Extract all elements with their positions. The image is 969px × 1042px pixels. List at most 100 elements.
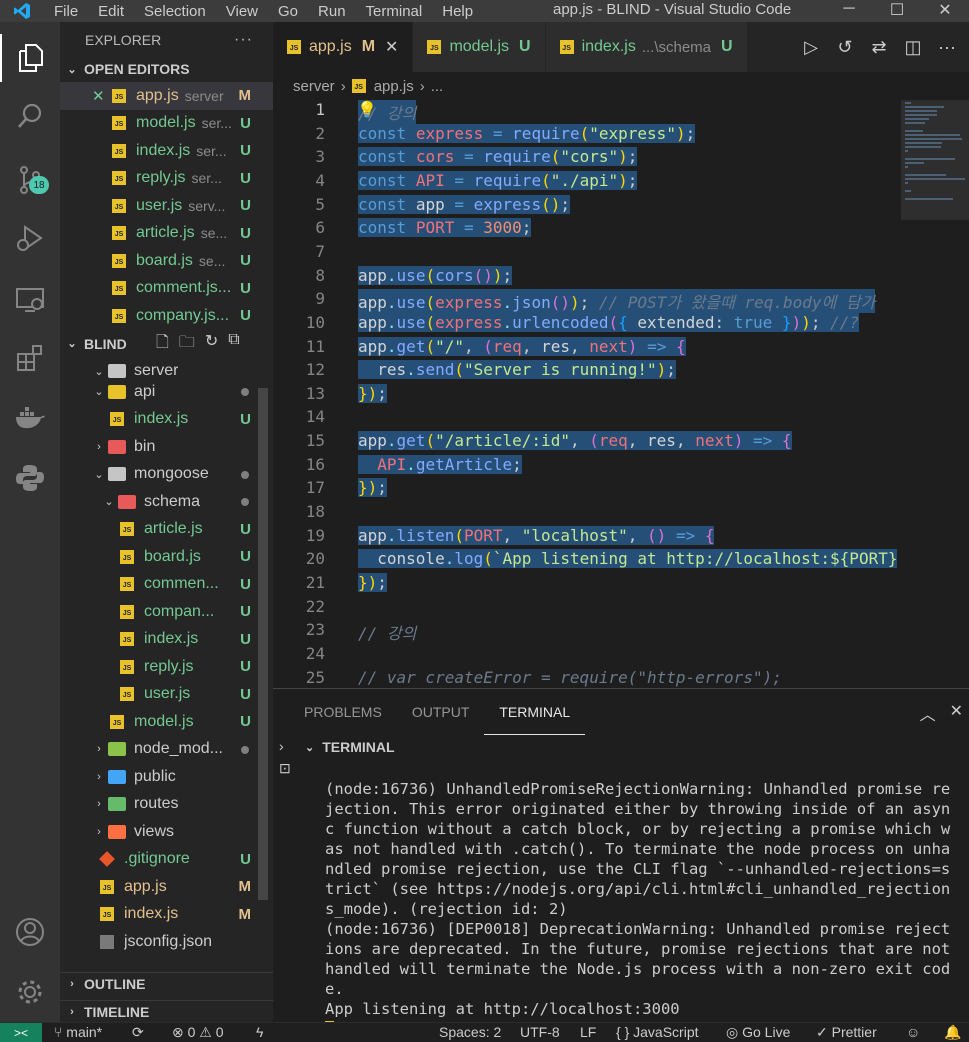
collapse-all-icon[interactable]: ⧉ [228, 331, 239, 358]
tab-terminal[interactable]: TERMINAL [484, 689, 586, 735]
workspace-section[interactable]: ⌄ BLIND 🗋 🗀 ↻ ⧉ [60, 331, 273, 358]
run-icon[interactable]: ▷ [799, 37, 823, 58]
source-control-icon[interactable]: 18 [0, 156, 60, 204]
tab-output[interactable]: OUTPUT [397, 689, 485, 735]
timeline-section[interactable]: › TIMELINE [60, 1000, 273, 1022]
tab-model-js[interactable]: JS model.js U [413, 22, 546, 72]
refresh-icon[interactable]: ↻ [205, 331, 218, 358]
code-line[interactable]: 11 app.get("/", (req, res, next) => { [273, 336, 901, 361]
tree-file[interactable]: JS app.js M [60, 873, 273, 901]
history-icon[interactable]: ↺ [833, 37, 857, 58]
sync-icon[interactable]: ⟳ [132, 1024, 144, 1041]
tree-file[interactable]: JS model.js U [60, 708, 273, 736]
code-line[interactable]: 2 const express = require("express"); [273, 123, 901, 148]
new-folder-icon[interactable]: 🗀 [179, 331, 195, 358]
tree-file[interactable]: .gitignore U [60, 846, 273, 874]
prettier-status[interactable]: ✓ Prettier [816, 1024, 877, 1041]
code-line[interactable]: 14 [273, 407, 901, 431]
minimap-slider[interactable] [901, 100, 969, 220]
code-editor[interactable]: 1// 강의 💡 2 const express = require("express… [273, 100, 901, 688]
tab-app-js[interactable]: JS app.js M ✕ [273, 22, 414, 72]
run-debug-icon[interactable] [0, 214, 60, 262]
code-line[interactable]: 5 const app = express(); [273, 194, 901, 219]
tree-folder[interactable]: ⌄ api [60, 378, 273, 406]
code-line[interactable]: 13}); [273, 383, 901, 408]
chevron-right-icon[interactable]: › [279, 738, 299, 754]
menu-edit[interactable]: Edit [88, 3, 134, 20]
tree-folder[interactable]: › node_mod... [60, 736, 273, 764]
menu-help[interactable]: Help [432, 3, 483, 20]
branch-indicator[interactable]: ⑂ main* [54, 1024, 102, 1040]
sidebar-scrollbar[interactable] [258, 388, 268, 900]
settings-gear-icon[interactable] [0, 968, 60, 1016]
minimize-button[interactable]: ─ [825, 0, 873, 20]
code-line[interactable]: 24 [273, 644, 901, 668]
tree-folder[interactable]: › views [60, 818, 273, 846]
tree-file[interactable]: jsconfig.json [60, 928, 273, 956]
open-editor-item[interactable]: ✕ JS app.js server M [60, 82, 273, 110]
tree-file[interactable]: JS article.js U [60, 516, 273, 544]
code-line[interactable]: 7 [273, 242, 901, 266]
lightning-icon[interactable]: ϟ [256, 1024, 263, 1040]
extensions-icon[interactable] [0, 334, 60, 382]
minimap[interactable] [901, 100, 969, 688]
tree-file[interactable]: JS board.js U [60, 543, 273, 571]
tree-folder[interactable]: › public [60, 763, 273, 791]
open-editor-item[interactable]: JS article.js se... U [60, 220, 273, 248]
code-line[interactable]: 4 const API = require("./api"); [273, 170, 901, 195]
compare-icon[interactable]: ⇄ [867, 37, 891, 58]
close-tab-icon[interactable]: ✕ [385, 37, 398, 57]
tree-file[interactable]: JS index.js U [60, 626, 273, 654]
open-editor-item[interactable]: JS user.js serv... U [60, 192, 273, 220]
language-mode[interactable]: { } JavaScript [616, 1024, 699, 1040]
breadcrumb-file[interactable]: app.js [374, 78, 414, 95]
explorer-icon[interactable] [0, 34, 60, 82]
menu-file[interactable]: File [44, 3, 88, 20]
code-line[interactable]: 23 // 강의 [273, 620, 901, 644]
remote-explorer-icon[interactable] [0, 276, 60, 324]
tab-problems[interactable]: PROBLEMS [289, 689, 397, 735]
code-line[interactable]: 16 API.getArticle; [273, 454, 901, 479]
menu-go[interactable]: Go [268, 3, 308, 20]
open-editor-item[interactable]: JS reply.js ser... U [60, 165, 273, 193]
tree-folder[interactable]: › routes [60, 791, 273, 819]
code-line[interactable]: 22 [273, 597, 901, 621]
maximize-panel-icon[interactable]: ︿ [920, 701, 936, 725]
code-line[interactable]: 19 app.listen(PORT, "localhost", () => { [273, 525, 901, 550]
remote-indicator[interactable]: >< [0, 1023, 42, 1042]
open-editor-item[interactable]: JS comment.js... U [60, 275, 273, 303]
code-line[interactable]: 25 // var createError = require("http-err… [273, 668, 901, 688]
tree-file[interactable]: JS reply.js U [60, 653, 273, 681]
breadcrumb-folder[interactable]: server [293, 78, 335, 95]
encoding[interactable]: UTF-8 [520, 1024, 560, 1040]
code-line[interactable]: 6 const PORT = 3000; [273, 218, 901, 242]
outline-section[interactable]: › OUTLINE [60, 972, 273, 994]
line-ending[interactable]: LF [580, 1024, 596, 1040]
open-editor-item[interactable]: JS board.js se... U [60, 247, 273, 275]
tab-index-js[interactable]: JS index.js ...\schema U [545, 22, 748, 72]
open-editors-section[interactable]: ⌄ OPEN EDITORS [60, 58, 273, 80]
docker-icon[interactable] [0, 394, 60, 442]
tree-folder[interactable]: ⌄ mongoose [60, 461, 273, 489]
notifications-bell-icon[interactable]: 🔔 [944, 1024, 961, 1041]
tree-file[interactable]: JS index.js U [60, 406, 273, 434]
tree-file[interactable]: JS compan... U [60, 598, 273, 626]
more-actions-icon[interactable]: ··· [935, 37, 959, 58]
search-icon[interactable] [0, 92, 60, 140]
tree-file[interactable]: JS user.js U [60, 681, 273, 709]
indentation[interactable]: Spaces: 2 [439, 1024, 501, 1040]
code-line[interactable]: 3 const cors = require("cors"); [273, 147, 901, 171]
tree-folder[interactable]: › bin [60, 433, 273, 461]
code-line[interactable]: 12 res.send("Server is running!"); [273, 360, 901, 384]
code-line[interactable]: 10 app.use(express.urlencoded({ extended:… [273, 312, 901, 337]
menu-run[interactable]: Run [308, 3, 356, 20]
close-panel-icon[interactable]: ✕ [950, 701, 963, 725]
code-line[interactable]: 17}); [273, 478, 901, 502]
lightbulb-icon[interactable]: 💡 [357, 100, 377, 119]
menu-terminal[interactable]: Terminal [356, 3, 433, 20]
menu-selection[interactable]: Selection [134, 3, 216, 20]
terminal-instance-icon[interactable]: ⊡ [279, 760, 299, 777]
code-line[interactable]: 9 app.use(express.json()); // POST가 왔을때 r… [273, 289, 901, 314]
terminal-header[interactable]: ⌄ TERMINAL [305, 735, 395, 759]
close-window-button[interactable]: ✕ [921, 0, 969, 20]
